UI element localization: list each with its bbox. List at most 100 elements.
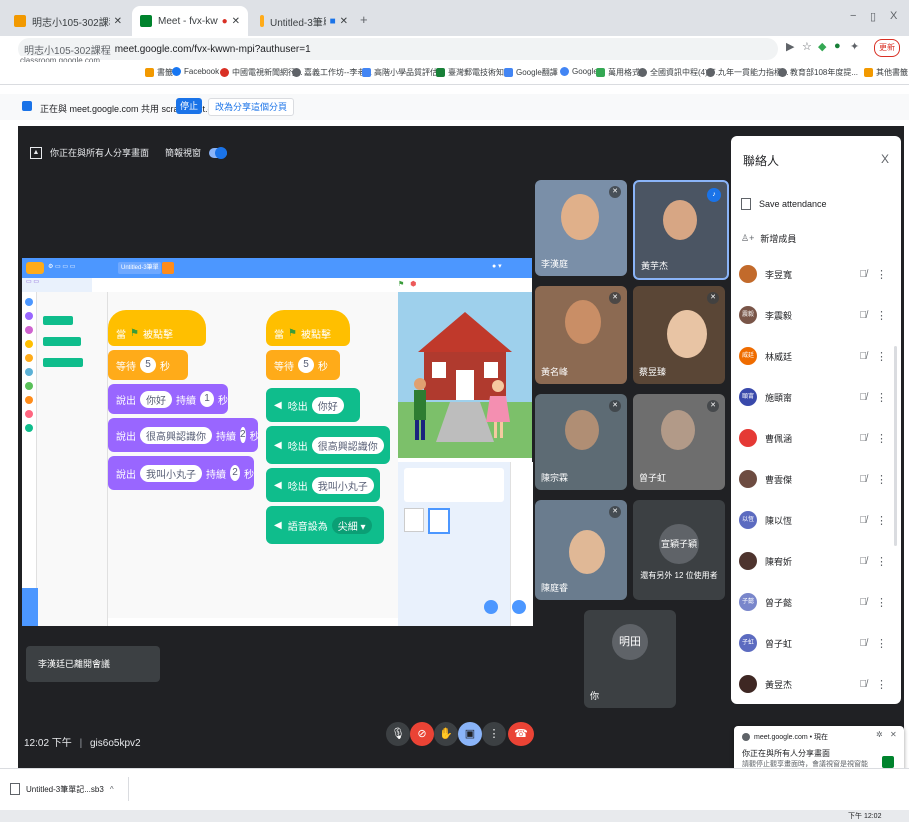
speak-block[interactable]: ◀ 唸出 我叫小丸子 <box>266 468 380 502</box>
panel-close-button[interactable]: X <box>881 152 889 166</box>
speak-text-input[interactable]: 我叫小丸子 <box>311 476 374 494</box>
participant-tile-speaking[interactable]: ♪ 黃芋杰 <box>633 180 729 280</box>
secs-input[interactable]: 2 <box>240 427 246 443</box>
say-text-input[interactable]: 很高興認識你 <box>140 426 212 444</box>
mic-off-icon[interactable]: 🎙̸ <box>860 351 868 362</box>
code-area[interactable]: 當 ⚑ 被點擊 等待 5 秒 說出 你好 持續 1 秒 說出 很高興認識你 持續… <box>108 292 398 618</box>
mic-off-icon[interactable]: 🎙̸ <box>860 679 868 690</box>
participant-tile[interactable]: ✕ 蔡昱臻 <box>633 286 725 384</box>
extension-icon[interactable]: ● <box>834 40 841 52</box>
person-row[interactable]: 威廷 林威廷 🎙̸ ⋮ <box>739 344 895 368</box>
scratch-stage[interactable] <box>398 292 532 458</box>
category-sensing[interactable] <box>25 368 33 376</box>
participant-tile[interactable]: ✕ 曾子虹 <box>633 394 725 490</box>
extension-icon[interactable]: ◆ <box>818 40 826 53</box>
address-bar[interactable]: 明志小105-302課程 meet.google.com/fvx-kwwn-mp… <box>18 38 778 60</box>
speak-block[interactable]: ◀ 唸出 你好 <box>266 388 360 422</box>
person-row[interactable]: 陳宥妡 🎙̸ ⋮ <box>739 549 895 573</box>
mic-off-icon[interactable]: 🎙̸ <box>860 474 868 485</box>
close-icon[interactable]: ✕ <box>114 16 122 27</box>
when-flag-clicked-block[interactable]: 當 ⚑ 被點擊 <box>266 310 350 346</box>
choose-backdrop-button[interactable] <box>512 600 526 614</box>
more-icon[interactable]: ⋮ <box>876 309 887 322</box>
panel-scrollbar[interactable] <box>894 346 897 546</box>
more-icon[interactable]: ⋮ <box>876 432 887 445</box>
person-row[interactable]: 曹雲傑 🎙̸ ⋮ <box>739 467 895 491</box>
secs-input[interactable]: 1 <box>200 391 214 407</box>
say-for-secs-block[interactable]: 說出 很高興認識你 持續 2 秒 <box>108 418 260 452</box>
close-icon[interactable]: ✕ <box>232 16 240 27</box>
bookmark-item[interactable]: 中國電視新聞網行... <box>220 67 303 78</box>
wait-block[interactable]: 等待 5 秒 <box>108 350 188 380</box>
mic-off-icon[interactable]: 🎙̸ <box>860 269 868 280</box>
more-icon[interactable]: ⋮ <box>876 514 887 527</box>
puzzle-icon[interactable]: ✦ <box>850 40 859 53</box>
wait-input[interactable]: 5 <box>298 357 314 373</box>
bookmark-item[interactable]: 其他書籤 <box>864 67 908 78</box>
participant-tile[interactable]: ✕ 黃名峰 <box>535 286 627 384</box>
window-close-button[interactable]: X <box>890 10 897 22</box>
bookmark-item[interactable]: 九年一貫能力指標... <box>706 67 789 78</box>
sprite-thumbnail[interactable] <box>404 508 424 532</box>
download-item[interactable]: Untitled-3筆單記...sb3 ^ <box>10 777 129 801</box>
maximize-button[interactable]: ▯ <box>870 10 876 23</box>
save-attendance-button[interactable]: Save attendance <box>741 198 827 210</box>
set-voice-block[interactable]: ◀ 語音設為 尖細 ▾ <box>266 506 384 544</box>
category-variables[interactable] <box>25 396 33 404</box>
say-for-secs-block[interactable]: 說出 你好 持續 1 秒 <box>108 384 228 414</box>
bookmark-item[interactable]: 教育部108年度提... <box>778 67 858 78</box>
category-control[interactable] <box>25 354 33 362</box>
bookmark-item[interactable]: 萬用格式 <box>596 67 640 78</box>
voice-dropdown[interactable]: 尖細 ▾ <box>331 516 372 534</box>
add-extension-button[interactable] <box>22 588 38 626</box>
category-operators[interactable] <box>25 382 33 390</box>
wait-block[interactable]: 等待 5 秒 <box>266 350 340 380</box>
share-button[interactable] <box>162 262 174 274</box>
sprite-thumbnail-selected[interactable] <box>428 508 450 534</box>
choose-sprite-button[interactable] <box>484 600 498 614</box>
more-icon[interactable]: ⋮ <box>876 678 887 691</box>
bookmark-item[interactable]: 書籤 <box>145 67 173 78</box>
mic-off-icon[interactable]: 🎙̸ <box>860 556 868 567</box>
palette-block[interactable] <box>43 337 81 346</box>
camera-button[interactable]: ⊘ <box>410 722 434 746</box>
category-events[interactable] <box>25 340 33 348</box>
person-row[interactable]: 子懿 曾子懿 🎙̸ ⋮ <box>739 590 895 614</box>
minimize-button[interactable]: − <box>850 10 856 22</box>
category-extension[interactable] <box>25 424 33 432</box>
stop-sharing-button[interactable]: 停止 <box>176 98 202 114</box>
more-options-button[interactable]: ⋮ <box>482 722 506 746</box>
stop-icon[interactable]: ⬢ <box>410 281 416 288</box>
wait-input[interactable]: 5 <box>140 357 156 373</box>
more-icon[interactable]: ⋮ <box>876 596 887 609</box>
code-tab[interactable]: ▭ ▭ <box>26 279 39 285</box>
leave-call-button[interactable]: ☎ <box>508 722 534 746</box>
tab-meet[interactable]: Meet - fvx-kwwn-mpi ● ✕ <box>132 6 248 36</box>
present-button[interactable]: ▣ <box>458 722 482 746</box>
share-this-tab-button[interactable]: 改為分享這個分頁 <box>208 98 295 116</box>
when-flag-clicked-block[interactable]: 當 ⚑ 被點擊 <box>108 310 206 346</box>
add-people-button[interactable]: ♙+ 新增成員 <box>741 232 796 245</box>
person-row[interactable]: 頤甯 施頤甯 🎙̸ ⋮ <box>739 385 895 409</box>
bookmark-item[interactable]: 嘉義工作坊--李老... <box>292 67 372 78</box>
person-row[interactable]: 曹佩涵 🎙̸ ⋮ <box>739 426 895 450</box>
update-button[interactable]: 更新 <box>874 39 900 57</box>
star-icon[interactable]: ☆ <box>802 40 812 53</box>
new-tab-button[interactable]: + <box>360 12 368 27</box>
settings-icon[interactable]: ✲ <box>876 730 883 739</box>
green-flag-icon[interactable]: ⚑ <box>398 281 404 288</box>
mic-button[interactable]: 🎙 <box>386 722 410 746</box>
tab-scratch[interactable]: Untitled-3筆單記憶 on Scra ■ ✕ <box>252 6 356 36</box>
more-icon[interactable]: ⋮ <box>876 350 887 363</box>
bookmark-item[interactable]: Google翻譯 <box>504 67 558 78</box>
palette-block[interactable] <box>43 358 83 367</box>
category-sound[interactable] <box>25 326 33 334</box>
speak-block[interactable]: ◀ 唸出 很高興認識你 <box>266 426 390 464</box>
self-tile[interactable]: 明田 你 <box>584 610 676 708</box>
sprite-info[interactable] <box>404 468 504 502</box>
cast-icon[interactable]: ▶ <box>786 40 794 53</box>
say-text-input[interactable]: 我叫小丸子 <box>140 464 202 482</box>
participant-tile[interactable]: ✕ 陳宗霖 <box>535 394 627 490</box>
more-icon[interactable]: ⋮ <box>876 555 887 568</box>
speak-text-input[interactable]: 你好 <box>311 396 344 414</box>
